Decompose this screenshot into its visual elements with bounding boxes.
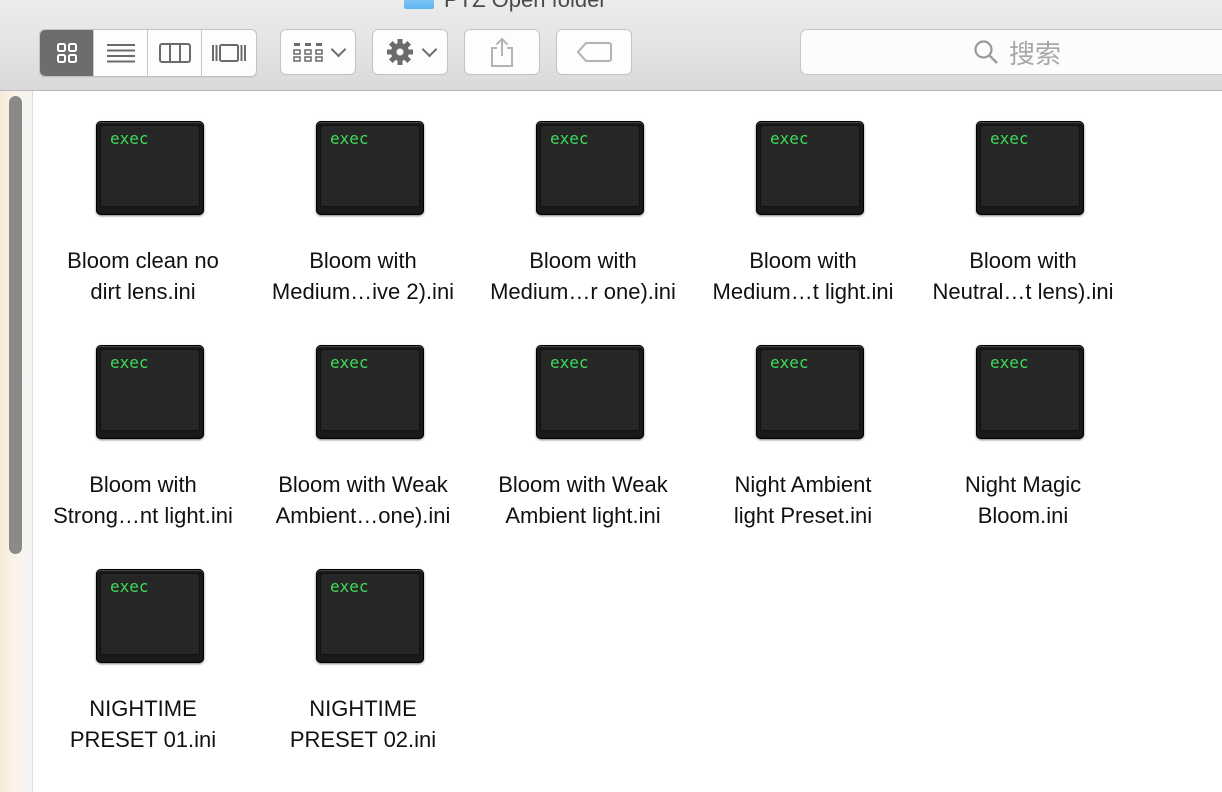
tag-icon [576, 42, 612, 62]
file-name: NIGHTIME PRESET 01.ini [69, 696, 217, 752]
share-icon [491, 37, 513, 67]
chevron-down-icon [330, 41, 346, 57]
icon-view-button[interactable] [40, 30, 94, 76]
window-title-text: PTZ Open folder [444, 0, 607, 13]
file-name: Bloom with Weak Ambient light.ini [498, 472, 668, 528]
file-item[interactable]: exec NIGHTIME PRESET 02.ini [253, 539, 473, 752]
gallery-view-button[interactable] [202, 30, 256, 76]
grid-icon [56, 43, 77, 63]
terminal-exec-icon: exec [756, 121, 864, 215]
terminal-exec-icon: exec [976, 121, 1084, 215]
file-item[interactable]: exec Bloom with Weak Ambient light.ini [473, 315, 693, 528]
tags-button[interactable] [556, 29, 632, 75]
action-button[interactable] [372, 29, 448, 75]
window-title: PTZ Open folder [404, 0, 607, 12]
vertical-scrollbar[interactable] [9, 96, 22, 554]
folder-icon [404, 0, 434, 9]
terminal-exec-icon: exec [96, 569, 204, 663]
terminal-exec-icon: exec [96, 345, 204, 439]
list-view-button[interactable] [94, 30, 148, 76]
terminal-exec-icon: exec [316, 345, 424, 439]
finder-toolbar: PTZ Open folder [0, 0, 1222, 91]
terminal-exec-icon: exec [536, 345, 644, 439]
file-item[interactable]: exec Bloom with Strong…nt light.ini [33, 315, 253, 528]
gallery-icon [212, 44, 246, 62]
file-name: Bloom with Weak Ambient…one).ini [275, 472, 451, 528]
chevron-down-icon [421, 41, 437, 57]
arrange-grid-icon [292, 43, 323, 62]
file-item[interactable]: exec Bloom clean no dirt lens.ini [33, 91, 253, 304]
file-name: Night Ambient light Preset.ini [733, 472, 873, 528]
terminal-exec-icon: exec [756, 345, 864, 439]
file-name: Bloom clean no dirt lens.ini [67, 248, 219, 304]
columns-icon [158, 43, 191, 63]
arrange-button[interactable] [280, 29, 356, 75]
terminal-exec-icon: exec [316, 569, 424, 663]
file-name: Bloom with Neutral…t lens).ini [932, 248, 1114, 304]
file-item[interactable]: exec Bloom with Medium…t light.ini [693, 91, 913, 304]
file-name: Night Magic Bloom.ini [964, 472, 1082, 528]
terminal-exec-icon: exec [536, 121, 644, 215]
file-name: Bloom with Medium…ive 2).ini [271, 248, 455, 304]
file-item[interactable]: exec Night Ambient light Preset.ini [693, 315, 913, 528]
column-view-button[interactable] [148, 30, 202, 76]
search-placeholder: 搜索 [1009, 38, 1062, 69]
file-name: Bloom with Medium…t light.ini [712, 248, 894, 304]
file-name: Bloom with Strong…nt light.ini [53, 472, 233, 528]
list-icon [106, 44, 135, 63]
search-field[interactable]: 搜索 [800, 29, 1222, 75]
gear-icon [386, 39, 413, 65]
file-item[interactable]: exec Bloom with Weak Ambient…one).ini [253, 315, 473, 528]
file-item[interactable]: exec Bloom with Medium…r one).ini [473, 91, 693, 304]
terminal-exec-icon: exec [96, 121, 204, 215]
search-icon [974, 40, 998, 64]
file-item[interactable]: exec Night Magic Bloom.ini [913, 315, 1133, 528]
file-item[interactable]: exec NIGHTIME PRESET 01.ini [33, 539, 253, 752]
file-name: NIGHTIME PRESET 02.ini [289, 696, 437, 752]
file-item[interactable]: exec Bloom with Medium…ive 2).ini [253, 91, 473, 304]
file-name: Bloom with Medium…r one).ini [490, 248, 676, 304]
file-item[interactable]: exec Bloom with Neutral…t lens).ini [913, 91, 1133, 304]
terminal-exec-icon: exec [976, 345, 1084, 439]
view-mode-control [39, 29, 257, 77]
share-button[interactable] [464, 29, 540, 75]
terminal-exec-icon: exec [316, 121, 424, 215]
file-icon-grid: exec Bloom clean no dirt lens.ini exec B… [33, 91, 1222, 792]
